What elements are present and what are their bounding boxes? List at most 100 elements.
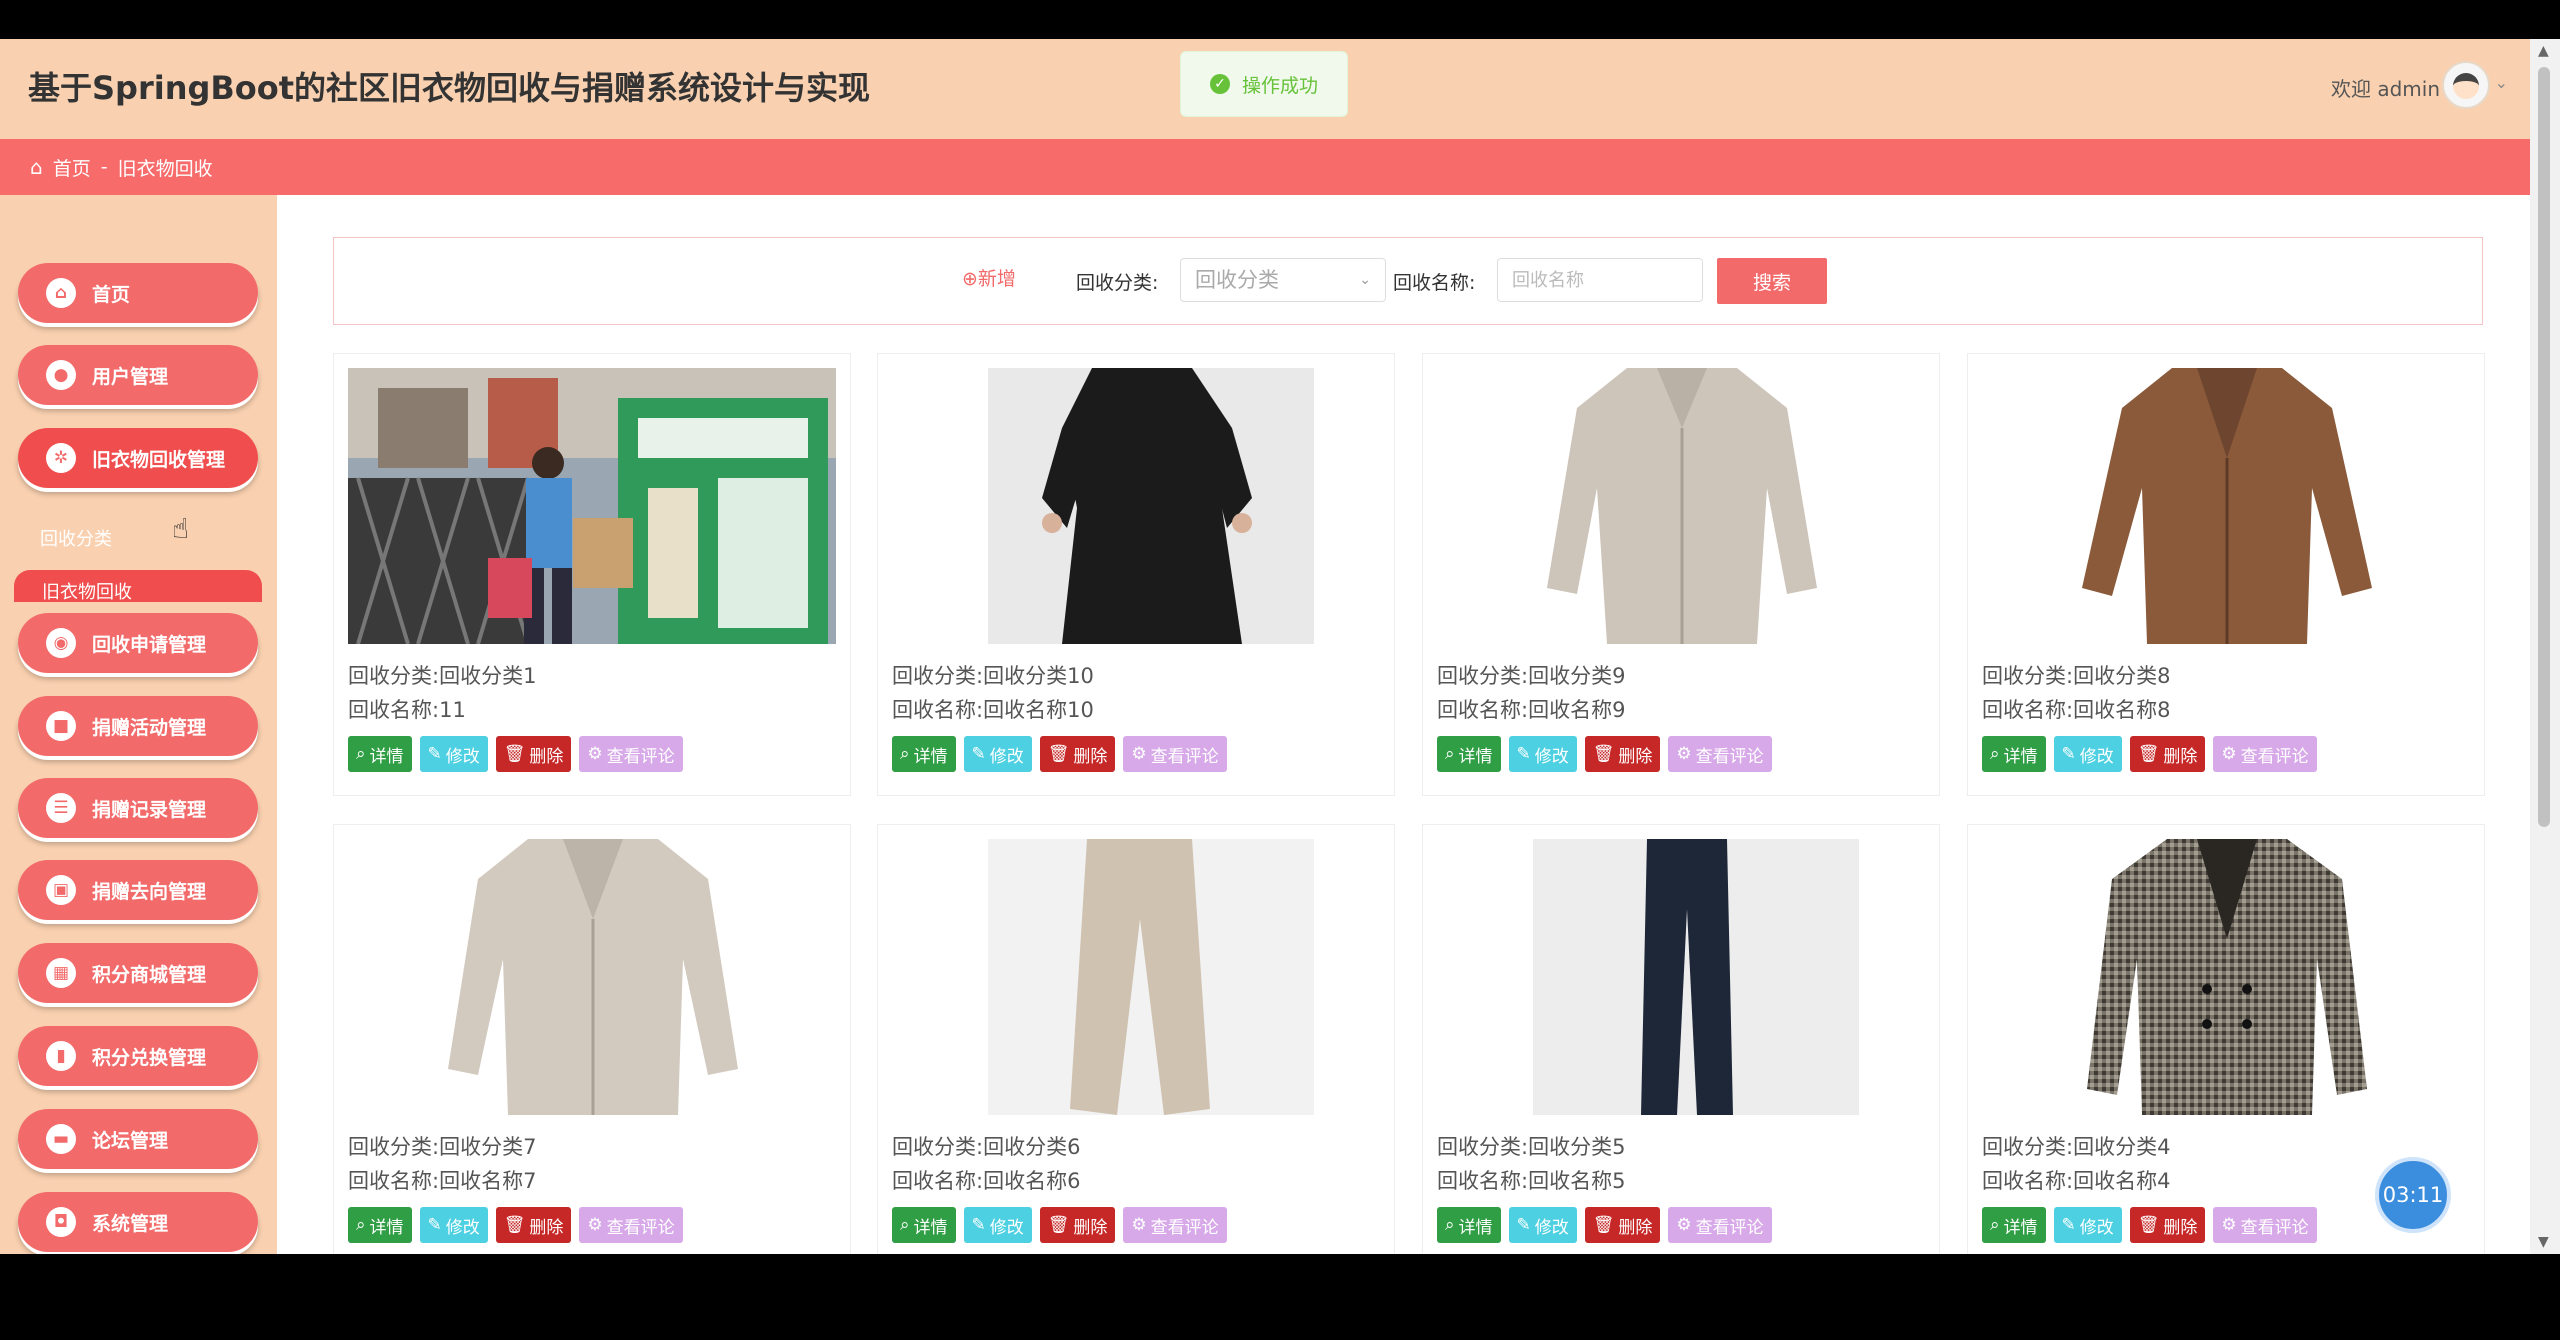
card-image-dark-jeans[interactable]	[1437, 839, 1925, 1115]
sidebar: ⌂ 首页 ● 用户管理 ✲ 旧衣物回收管理 回收分类 旧衣物回收 ◉ 回收申请管理 ■ 捐…	[0, 195, 277, 1254]
view-comments-button[interactable]: ⚙ 查看评论	[1123, 736, 1227, 772]
delete-button[interactable]: 🗑 删除	[495, 736, 572, 772]
card-name: 回收名称:回收名称7	[348, 1169, 537, 1193]
sidebar-item-donation-records[interactable]: ☰ 捐赠记录管理	[18, 778, 258, 838]
delete-button[interactable]: 🗑 删除	[1039, 1207, 1116, 1243]
edit-button[interactable]: ✎ 修改	[1508, 736, 1577, 772]
scroll-down-arrow-icon[interactable]: ▼	[2538, 1234, 2549, 1250]
view-comments-button[interactable]: ⚙ 查看评论	[2213, 736, 2317, 772]
sidebar-item-label: 捐赠记录管理	[92, 798, 207, 821]
timer-bubble[interactable]: 03:11	[2375, 1157, 2451, 1233]
sidebar-item-label: 积分商城管理	[92, 963, 207, 986]
delete-button[interactable]: 🗑 删除	[1584, 1207, 1661, 1243]
sidebar-subitem-category[interactable]: 回收分类	[40, 525, 112, 551]
card-image-khaki-pants[interactable]	[892, 839, 1380, 1115]
sidebar-item-label: 用户管理	[92, 365, 169, 388]
black-dress-photo-icon	[988, 368, 1314, 644]
delete-button[interactable]: 🗑 删除	[2129, 736, 2206, 772]
sidebar-item-forum[interactable]: ▬ 论坛管理	[18, 1109, 258, 1169]
card-image-brown-coat[interactable]	[1982, 368, 2470, 644]
sidebar-item-points-store[interactable]: ▦ 积分商城管理	[18, 943, 258, 1003]
detail-button[interactable]: ⌕ 详情	[892, 736, 956, 772]
sidebar-item-label: 旧衣物回收管理	[92, 448, 226, 471]
search-icon: ⌕	[1445, 1215, 1455, 1235]
category-select-placeholder: 回收分类	[1195, 268, 1279, 292]
trash-icon: 🗑	[2137, 744, 2160, 764]
card-image-recycling-bin[interactable]	[348, 368, 836, 644]
detail-button[interactable]: ⌕ 详情	[348, 1207, 412, 1243]
success-toast: ✓ 操作成功	[1180, 51, 1348, 117]
sidebar-item-clothing-recycling[interactable]: ✲ 旧衣物回收管理	[18, 428, 258, 488]
card-name: 回收名称:回收名称8	[1982, 698, 2171, 722]
detail-button[interactable]: ⌕ 详情	[1982, 736, 2046, 772]
delete-button[interactable]: 🗑 删除	[1039, 736, 1116, 772]
search-icon: ⌕	[1990, 744, 2000, 764]
search-button[interactable]: 搜索	[1717, 258, 1827, 304]
scroll-thumb[interactable]	[2538, 67, 2550, 827]
view-comments-button[interactable]: ⚙ 查看评论	[1668, 736, 1772, 772]
add-button[interactable]: ⊕新增	[962, 264, 1016, 291]
card-image-houndstooth-blazer[interactable]	[1982, 839, 2470, 1115]
user-avatar[interactable]	[2442, 61, 2490, 109]
breadcrumb-home[interactable]: 首页	[53, 154, 91, 181]
search-icon: ⌕	[356, 744, 366, 764]
sidebar-item-points-exchange[interactable]: ▮ 积分兑换管理	[18, 1026, 258, 1086]
view-comments-button[interactable]: ⚙ 查看评论	[1123, 1207, 1227, 1243]
vertical-scrollbar[interactable]: ▲ ▼	[2530, 39, 2560, 1254]
item-card: 回收分类:回收分类10 回收名称:回收名称10 ⌕ 详情 ✎ 修改 🗑 删除 ⚙ 查看评…	[877, 353, 1395, 796]
gear-icon: ⚙	[2221, 744, 2237, 764]
store-icon: ▦	[46, 958, 76, 988]
detail-button[interactable]: ⌕ 详情	[892, 1207, 956, 1243]
edit-button[interactable]: ✎ 修改	[2053, 736, 2122, 772]
sidebar-item-system[interactable]: ◘ 系统管理	[18, 1192, 258, 1252]
edit-button[interactable]: ✎ 修改	[963, 736, 1032, 772]
sidebar-item-donation-activities[interactable]: ■ 捐赠活动管理	[18, 696, 258, 756]
breadcrumb-current: 旧衣物回收	[117, 157, 213, 180]
category-select[interactable]: 回收分类 ⌄	[1180, 258, 1386, 302]
pencil-icon: ✎	[2061, 1215, 2076, 1235]
item-card: 回收分类:回收分类7 回收名称:回收名称7 ⌕ 详情 ✎ 修改 🗑 删除 ⚙ 查看评论	[333, 824, 851, 1254]
sidebar-item-donation-destination[interactable]: ▣ 捐赠去向管理	[18, 860, 258, 920]
card-image-beige-coat[interactable]	[1437, 368, 1925, 644]
trash-icon: 🗑	[1592, 744, 1615, 764]
detail-button[interactable]: ⌕ 详情	[348, 736, 412, 772]
sidebar-item-label: 系统管理	[92, 1212, 169, 1235]
edit-button[interactable]: ✎ 修改	[2053, 1207, 2122, 1243]
pencil-icon: ✎	[1516, 1215, 1531, 1235]
sidebar-item-applications[interactable]: ◉ 回收申请管理	[18, 613, 258, 673]
card-image-beige-coat-long[interactable]	[348, 839, 836, 1115]
beige-long-coat-photo-icon	[448, 839, 738, 1115]
detail-button[interactable]: ⌕ 详情	[1982, 1207, 2046, 1243]
delete-button[interactable]: 🗑 删除	[2129, 1207, 2206, 1243]
trash-icon: 🗑	[1047, 744, 1070, 764]
delete-button[interactable]: 🗑 删除	[495, 1207, 572, 1243]
edit-button[interactable]: ✎ 修改	[419, 1207, 488, 1243]
view-comments-button[interactable]: ⚙ 查看评论	[579, 1207, 683, 1243]
sidebar-item-users[interactable]: ● 用户管理	[18, 345, 258, 405]
card-image-black-dress[interactable]	[892, 368, 1380, 644]
card-category: 回收分类:回收分类7	[348, 1135, 537, 1159]
sidebar-item-label: 回收申请管理	[92, 633, 207, 656]
brown-coat-photo-icon	[2082, 368, 2372, 644]
edit-button[interactable]: ✎ 修改	[963, 1207, 1032, 1243]
edit-button[interactable]: ✎ 修改	[419, 736, 488, 772]
scroll-up-arrow-icon[interactable]: ▲	[2538, 43, 2549, 59]
name-search-input[interactable]	[1497, 258, 1703, 302]
view-comments-button[interactable]: ⚙ 查看评论	[2213, 1207, 2317, 1243]
sidebar-item-label: 捐赠去向管理	[92, 880, 207, 903]
search-icon: ⌕	[900, 744, 910, 764]
detail-button[interactable]: ⌕ 详情	[1437, 1207, 1501, 1243]
toast-message: 操作成功	[1241, 74, 1318, 97]
chevron-down-icon[interactable]: ⌄	[2495, 73, 2508, 92]
flag-icon: ■	[46, 711, 76, 741]
view-comments-button[interactable]: ⚙ 查看评论	[1668, 1207, 1772, 1243]
delete-button[interactable]: 🗑 删除	[1584, 736, 1661, 772]
view-comments-button[interactable]: ⚙ 查看评论	[579, 736, 683, 772]
detail-button[interactable]: ⌕ 详情	[1437, 736, 1501, 772]
home-icon[interactable]: ⌂	[30, 155, 43, 179]
clipboard-icon: ◉	[46, 628, 76, 658]
gear-icon: ✲	[46, 443, 76, 473]
sidebar-item-home[interactable]: ⌂ 首页	[18, 263, 258, 323]
sidebar-subitem-recycling[interactable]: 旧衣物回收	[14, 570, 262, 602]
edit-button[interactable]: ✎ 修改	[1508, 1207, 1577, 1243]
